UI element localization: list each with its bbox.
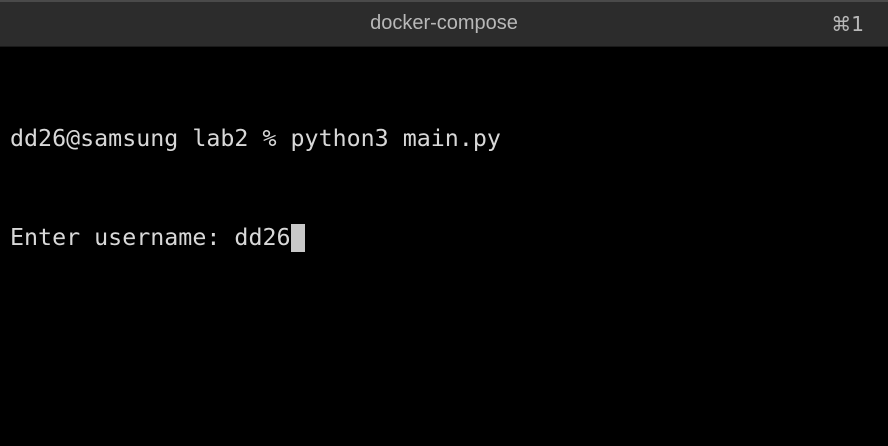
text-cursor	[290, 224, 305, 252]
terminal-line: dd26@samsung lab2 % python3 main.py	[10, 125, 501, 152]
terminal-input-line[interactable]: Enter username: dd26	[10, 221, 501, 254]
window-title: docker-compose	[370, 12, 518, 34]
terminal-line: Enter username: dd26	[10, 224, 291, 251]
tab-shortcut-label: ⌘1	[831, 12, 864, 36]
terminal-output[interactable]: dd26@samsung lab2 % python3 main.py Ente…	[10, 56, 501, 287]
title-bar: docker-compose ⌘1	[0, 0, 888, 47]
